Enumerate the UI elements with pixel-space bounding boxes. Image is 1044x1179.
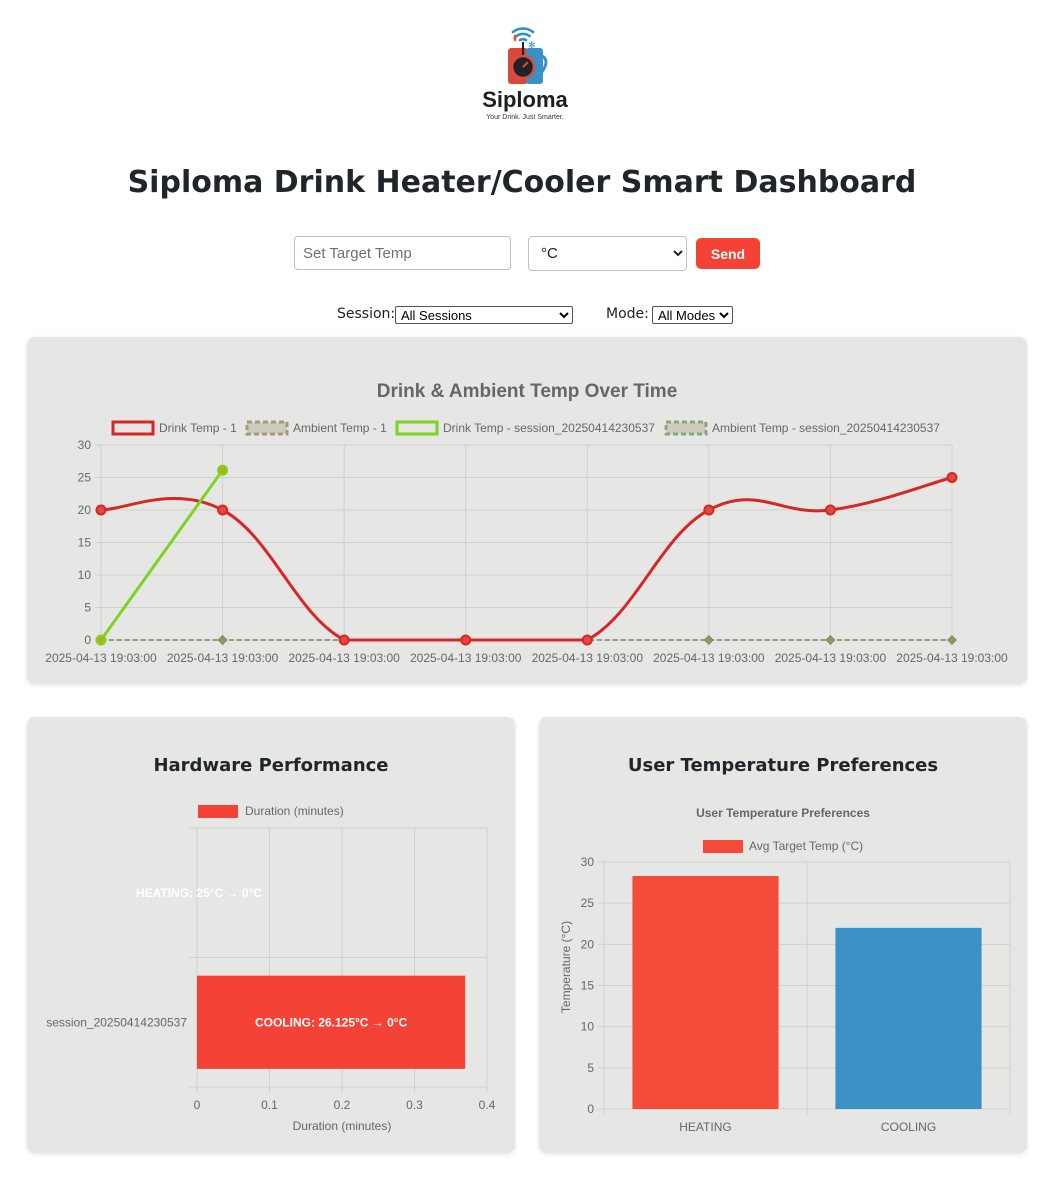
- data-point: [703, 635, 714, 645]
- logo-wordmark: Siploma: [482, 87, 568, 112]
- x-tick-label: 0.3: [406, 1098, 423, 1112]
- legend-swatch: [198, 805, 238, 818]
- temp-line-chart: Drink & Ambient Temp Over Time Drink Tem…: [45, 381, 1008, 665]
- y-tick-label: 10: [581, 1020, 595, 1034]
- bar-label: HEATING: 25°C → 0°C: [136, 886, 262, 900]
- session-filter-label: Session:: [337, 306, 396, 322]
- x-tick-label: 0.2: [334, 1098, 351, 1112]
- data-point: [703, 504, 715, 516]
- filter-bar: Session: All Sessions Mode: All Modes: [0, 305, 1044, 327]
- data-point: [825, 635, 836, 645]
- send-button[interactable]: Send: [696, 238, 760, 269]
- data-point: [946, 472, 958, 483]
- legend-swatch: [111, 420, 155, 436]
- target-temp-input[interactable]: [294, 236, 511, 270]
- x-tick-label: 2025-04-13 19:03:00: [775, 651, 887, 665]
- mode-select[interactable]: All Modes: [652, 306, 733, 324]
- temp-chart-card: Drink & Ambient Temp Over Time Drink Tem…: [27, 337, 1027, 684]
- legend-label: Avg Target Temp (°C): [749, 839, 863, 853]
- drink-cup-icon: ✻: [508, 34, 548, 84]
- session-select[interactable]: All Sessions: [395, 306, 573, 324]
- legend-swatch: [703, 840, 743, 853]
- bar: [632, 875, 779, 1109]
- preferences-bar-chart: User Temperature Preferences Avg Target …: [559, 806, 1011, 1134]
- series-line: [99, 469, 224, 641]
- hardware-x-axis-label: Duration (minutes): [293, 1119, 392, 1133]
- preferences-chart-subtitle: User Temperature Preferences: [696, 806, 870, 820]
- x-tick-label: HEATING: [679, 1120, 731, 1134]
- data-point: [581, 634, 593, 646]
- y-tick-label: 30: [78, 438, 92, 452]
- data-point: [95, 634, 107, 646]
- y-tick-label: 15: [78, 536, 92, 550]
- x-tick-label: 0: [194, 1098, 201, 1112]
- target-controls: °C Send: [0, 236, 1044, 272]
- data-point: [95, 504, 107, 516]
- y-tick-label: 5: [587, 1061, 594, 1075]
- siploma-logo: ✻ Siploma Your Drink. Just Smarter.: [482, 27, 569, 121]
- data-point: [460, 634, 472, 646]
- hardware-performance-card: Hardware Performance Duration (minutes) …: [27, 717, 515, 1153]
- y-tick-label: 25: [78, 471, 92, 485]
- data-point: [338, 634, 350, 646]
- x-tick-label: 2025-04-13 19:03:00: [45, 651, 157, 665]
- y-tick-label: 20: [581, 937, 595, 951]
- y-tick-label: 0: [587, 1102, 594, 1116]
- y-tick-label: 25: [581, 896, 595, 910]
- legend-swatch: [245, 420, 289, 436]
- data-point: [947, 635, 957, 645]
- y-tick-label: 5: [84, 601, 91, 615]
- data-point: [824, 504, 836, 516]
- y-tick-label: 0: [84, 633, 91, 647]
- legend-label: Duration (minutes): [245, 804, 344, 818]
- y-tick-label: 30: [581, 855, 595, 869]
- data-point: [217, 464, 229, 476]
- x-tick-label: 2025-04-13 19:03:00: [896, 651, 1008, 665]
- y-tick-label: 20: [78, 503, 92, 517]
- mode-filter-label: Mode:: [606, 306, 649, 322]
- user-preferences-card: User Temperature Preferences User Temper…: [539, 717, 1027, 1153]
- x-tick-label: 2025-04-13 19:03:00: [532, 651, 644, 665]
- x-tick-label: 0.4: [479, 1098, 496, 1112]
- x-tick-label: 2025-04-13 19:03:00: [653, 651, 765, 665]
- logo-tagline: Your Drink. Just Smarter.: [486, 114, 564, 121]
- legend-swatch: [395, 420, 439, 436]
- x-tick-label: 2025-04-13 19:03:00: [288, 651, 400, 665]
- preferences-y-axis-label: Temperature (°C): [559, 921, 573, 1013]
- svg-text:✻: ✻: [528, 40, 536, 50]
- y-tick-label: 15: [581, 979, 595, 993]
- series-line: [100, 476, 953, 642]
- chart-title: Drink & Ambient Temp Over Time: [377, 381, 678, 402]
- hardware-bar-chart: Duration (minutes) 0 0.1 0.2 0.3 0.4 HEATING…: [46, 804, 496, 1133]
- x-tick-label: 2025-04-13 19:03:00: [167, 651, 279, 665]
- data-point: [217, 504, 229, 516]
- unit-select[interactable]: °C: [528, 236, 687, 271]
- x-tick-label: 2025-04-13 19:03:00: [410, 651, 522, 665]
- legend-label: Drink Temp - 1: [159, 421, 237, 435]
- legend-label: Drink Temp - session_20250414230537: [443, 421, 655, 435]
- x-tick-label: 0.1: [261, 1098, 278, 1112]
- bar-label: COOLING: 26.125°C → 0°C: [255, 1015, 408, 1029]
- data-point: [217, 635, 228, 645]
- legend-label: Ambient Temp - 1: [293, 421, 387, 435]
- y-tick-label: session_20250414230537: [46, 1015, 187, 1029]
- legend-swatch: [664, 420, 708, 436]
- bar: [835, 927, 982, 1109]
- page-title: Siploma Drink Heater/Cooler Smart Dashbo…: [127, 165, 917, 200]
- x-tick-label: COOLING: [881, 1120, 936, 1134]
- y-tick-label: 10: [78, 568, 92, 582]
- legend-label: Ambient Temp - session_20250414230537: [712, 421, 940, 435]
